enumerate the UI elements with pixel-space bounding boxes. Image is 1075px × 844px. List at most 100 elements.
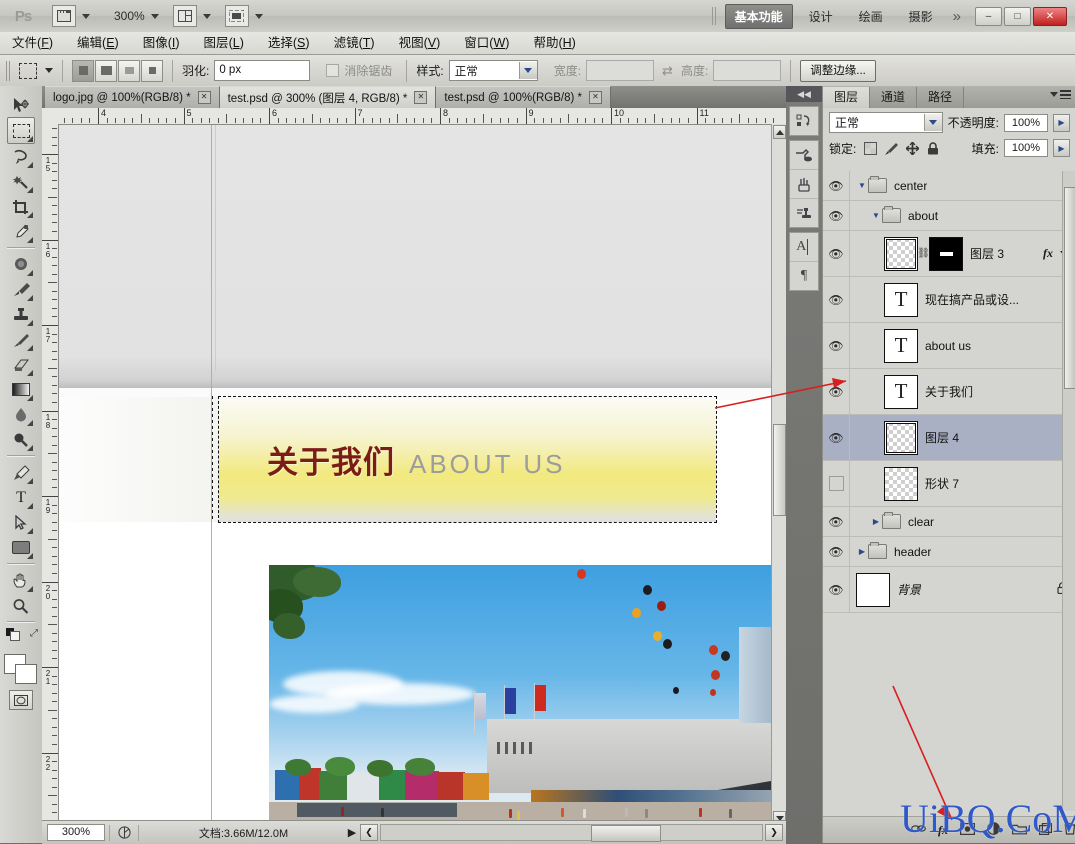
layer-thumbnail[interactable] [884, 420, 918, 455]
collapse-panels-icon[interactable]: ◀◀ [786, 86, 822, 102]
options-drag-handle[interactable] [6, 60, 11, 81]
antialias-checkbox[interactable] [326, 64, 340, 77]
layer-thumbnail[interactable] [884, 466, 918, 501]
workspace-essentials[interactable]: 基本功能 [724, 3, 793, 29]
crop-tool[interactable] [8, 194, 34, 219]
opacity-value[interactable]: 100% [1004, 113, 1048, 132]
screen-mode-icon[interactable] [224, 5, 249, 27]
workspace-photography[interactable]: 摄影 [899, 4, 943, 29]
menu-layer[interactable]: 图层(L) [192, 32, 256, 54]
layer-visibility-toggle[interactable]: 👁 [823, 369, 850, 414]
close-icon[interactable]: ✕ [588, 91, 602, 104]
close-icon[interactable]: ✕ [197, 91, 211, 104]
maximize-button[interactable]: □ [1004, 6, 1031, 26]
brush-tool[interactable] [8, 277, 34, 302]
healing-brush-tool[interactable] [8, 252, 34, 277]
layer-row-text-product[interactable]: 👁 T 现在搞产品或设... [823, 277, 1075, 323]
layer-list-scrollbar[interactable] [1062, 171, 1075, 811]
lock-all-icon[interactable] [926, 141, 940, 155]
mask-link-icon[interactable]: ⛓ [917, 248, 930, 259]
tab-layers[interactable]: 图层 [823, 87, 871, 108]
clone-stamp-tool[interactable] [8, 302, 34, 327]
blend-chevron-down-icon[interactable] [923, 114, 942, 131]
blend-mode-select[interactable]: 正常 [829, 112, 943, 133]
canvas-viewport[interactable]: 关于我们 ABOUT US [59, 125, 777, 826]
refine-edge-button[interactable]: 调整边缘... [800, 59, 876, 82]
horizontal-ruler[interactable]: 4 5 6 7 8 9 10 11 [58, 108, 786, 125]
dodge-tool[interactable] [8, 427, 34, 452]
layer-mask-thumbnail[interactable] [929, 236, 963, 271]
menu-file[interactable]: 文件(F) [0, 32, 65, 54]
layer-row-layer4[interactable]: 👁 图层 4 [823, 415, 1075, 461]
layer-visibility-toggle[interactable]: 👁 [823, 277, 850, 322]
menu-select[interactable]: 选择(S) [256, 32, 322, 54]
style-select[interactable]: 正常 [448, 60, 538, 81]
rectangle-shape-tool[interactable] [8, 535, 34, 560]
opacity-stepper-icon[interactable]: ▶ [1053, 113, 1070, 132]
workspace-design[interactable]: 设计 [799, 4, 843, 29]
swap-colors-icon[interactable]: ⤢ [30, 628, 38, 639]
workspace-drag-handle[interactable] [711, 7, 717, 25]
layer-visibility-toggle[interactable]: 👁 [823, 171, 850, 200]
layer-visibility-toggle[interactable]: 👁 [823, 323, 850, 368]
disclosure-triangle-closed-icon[interactable]: ▶ [856, 547, 868, 556]
menu-window[interactable]: 窗口(W) [452, 32, 521, 54]
scroll-right-icon[interactable]: ❯ [765, 824, 783, 841]
clone-source-icon[interactable] [790, 199, 818, 227]
brush-presets-icon[interactable] [790, 170, 818, 199]
status-play-icon[interactable]: ▶ [344, 826, 360, 839]
lasso-tool[interactable] [8, 144, 34, 169]
status-prev-icon[interactable]: ❮ [360, 824, 378, 841]
history-icon[interactable] [790, 107, 818, 135]
arrange-chevron-down-icon[interactable] [202, 13, 211, 19]
layer-row-background[interactable]: 👁 背景 [823, 567, 1075, 613]
bridge-chevron-down-icon[interactable] [82, 13, 90, 19]
lock-pixels-icon[interactable] [884, 141, 899, 155]
disclosure-triangle-open-icon[interactable]: ▼ [856, 181, 868, 190]
lock-transparency-icon[interactable] [863, 141, 877, 155]
ruler-corner[interactable] [42, 108, 59, 125]
eraser-tool[interactable] [8, 352, 34, 377]
layer-visibility-toggle[interactable]: 👁 [823, 567, 850, 612]
layer-list[interactable]: 👁 ▼ center 👁 ▼ about 👁 ⛓ 图层 3 fx 👁 T 现在搞… [823, 171, 1075, 811]
layer-row-text-aboutus[interactable]: 👁 T about us [823, 323, 1075, 369]
minimize-button[interactable]: – [975, 6, 1002, 26]
lock-position-icon[interactable] [905, 141, 919, 155]
menu-filter[interactable]: 滤镜(T) [322, 32, 387, 54]
swap-dimensions-icon[interactable]: ⇄ [662, 63, 673, 79]
gradient-tool[interactable] [8, 377, 34, 402]
layer-row-header[interactable]: 👁 ▶ header [823, 537, 1075, 567]
panel-menu-icon[interactable] [1050, 90, 1071, 99]
intersect-selection-button[interactable] [141, 59, 163, 82]
document-tab-logo[interactable]: logo.jpg @ 100%(RGB/8) * ✕ [45, 86, 220, 108]
magic-wand-tool[interactable] [8, 169, 34, 194]
move-tool[interactable] [8, 92, 34, 117]
layer-visibility-toggle[interactable]: 👁 [823, 507, 850, 536]
horizontal-scrollbar[interactable] [380, 824, 763, 842]
layer-visibility-toggle[interactable]: 👁 [823, 537, 850, 566]
fill-value[interactable]: 100% [1004, 139, 1048, 157]
workspace-more-icon[interactable]: » [953, 8, 961, 25]
menu-edit[interactable]: 编辑(E) [65, 32, 131, 54]
add-to-selection-button[interactable] [95, 59, 117, 82]
tab-paths[interactable]: 路径 [917, 87, 965, 108]
quick-mask-toggle-icon[interactable] [9, 690, 33, 710]
arrange-documents[interactable] [172, 5, 211, 27]
disclosure-triangle-open-icon[interactable]: ▼ [870, 211, 882, 220]
screenmode-chevron-down-icon[interactable] [254, 13, 263, 19]
type-tool[interactable]: T [8, 485, 34, 510]
scroll-up-icon[interactable] [773, 125, 786, 139]
layer-row-shape7[interactable]: 形状 7 [823, 461, 1075, 507]
layer-thumbnail-text[interactable]: T [884, 282, 918, 317]
eyedropper-tool[interactable] [8, 219, 34, 244]
zoom-tool[interactable] [8, 593, 34, 618]
paragraph-panel-icon[interactable]: ¶ [790, 262, 818, 290]
layer-visibility-toggle[interactable] [823, 461, 850, 506]
hand-tool[interactable] [8, 568, 34, 593]
bridge-launcher[interactable] [52, 5, 90, 27]
color-swatch-icon[interactable] [790, 141, 818, 170]
layer-visibility-toggle[interactable]: 👁 [823, 231, 850, 276]
path-selection-tool[interactable] [8, 510, 34, 535]
bridge-icon[interactable] [52, 5, 76, 27]
background-color-swatch[interactable] [15, 664, 37, 684]
